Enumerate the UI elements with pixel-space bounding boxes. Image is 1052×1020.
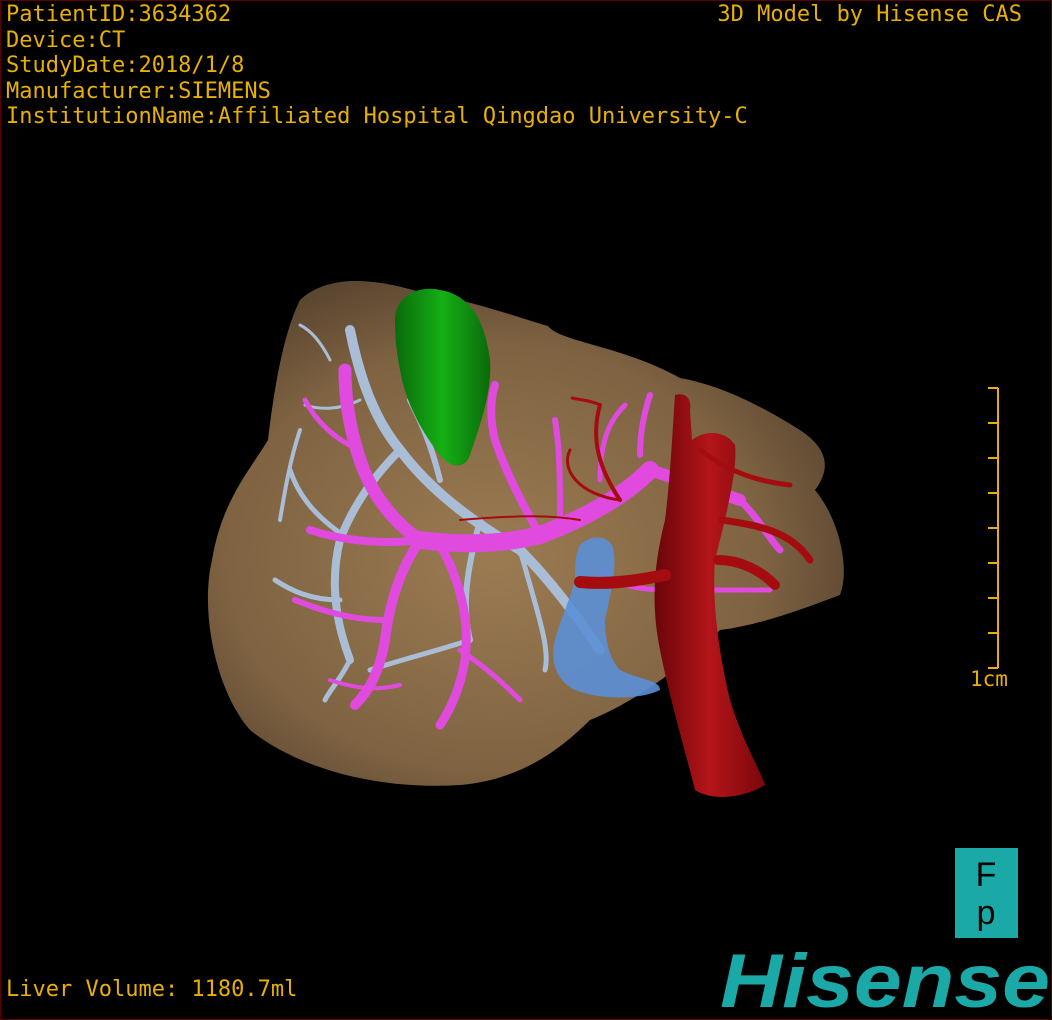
dicom-info-panel: PatientID:3634362 Device:CT StudyDate:20… — [6, 2, 748, 130]
manufacturer-text: Manufacturer:SIEMENS — [6, 78, 271, 104]
orientation-letter-top: F — [976, 856, 997, 894]
scale-bar — [988, 387, 999, 669]
orientation-letter-bottom: d — [977, 898, 996, 936]
orientation-cube-icon: F d — [976, 856, 997, 936]
scale-bar-label: 1cm — [970, 667, 1008, 691]
patient-id-text: PatientID:3634362 — [6, 2, 232, 27]
study-date-text: StudyDate:2018/1/8 — [6, 53, 245, 78]
device-text: Device:CT — [6, 27, 126, 53]
liver-volume-text: Liver Volume: 1180.7ml — [6, 977, 298, 1002]
institution-text: InstitutionName:Affiliated Hospital Qing… — [6, 104, 748, 129]
3d-model-viewport[interactable] — [0, 0, 1052, 1020]
hisense-logo: Hisense — [720, 943, 1050, 1015]
svg-text:Hisense: Hisense — [720, 943, 1050, 1015]
orientation-marker[interactable]: F d — [955, 848, 1018, 938]
model-credit-text: 3D Model by Hisense CAS — [717, 2, 1022, 27]
